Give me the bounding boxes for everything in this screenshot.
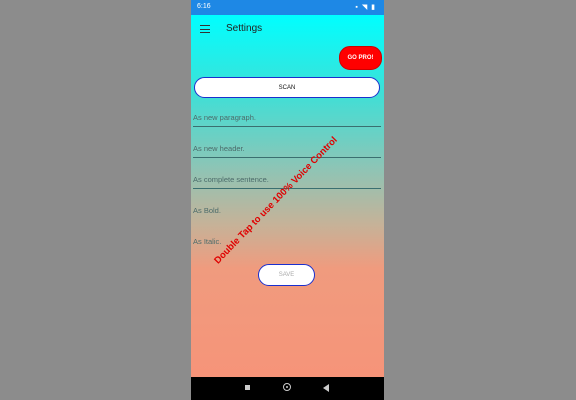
app-bar: Settings — [191, 15, 384, 45]
back-icon[interactable] — [323, 384, 329, 392]
recent-apps-icon[interactable] — [245, 385, 250, 390]
hamburger-menu-icon[interactable] — [200, 25, 210, 33]
new-paragraph-field[interactable]: As new paragraph. — [193, 110, 381, 127]
settings-screen: Settings GO PRO! SCAN As new paragraph. … — [191, 15, 384, 377]
page-title: Settings — [226, 23, 263, 34]
new-header-placeholder: As new header. — [193, 144, 245, 153]
save-button[interactable]: SAVE — [258, 264, 315, 286]
home-icon[interactable] — [283, 383, 291, 391]
scan-button[interactable]: SCAN — [194, 77, 380, 98]
new-paragraph-placeholder: As new paragraph. — [193, 113, 256, 122]
bold-field[interactable]: As Bold. — [193, 203, 381, 219]
navigation-bar — [191, 377, 384, 400]
go-pro-button[interactable]: GO PRO! — [339, 46, 382, 70]
status-icons: ▪ ◥ ▮ — [355, 4, 376, 11]
status-time: 6:16 — [197, 3, 211, 10]
complete-sentence-placeholder: As complete sentence. — [193, 175, 269, 184]
new-header-field[interactable]: As new header. — [193, 141, 381, 158]
phone-frame: 6:16 ▪ ◥ ▮ Settings GO PRO! SCAN As new … — [191, 0, 384, 400]
status-bar: 6:16 ▪ ◥ ▮ — [191, 0, 384, 15]
bold-placeholder: As Bold. — [193, 206, 221, 215]
italic-placeholder: As Italic. — [193, 237, 222, 246]
